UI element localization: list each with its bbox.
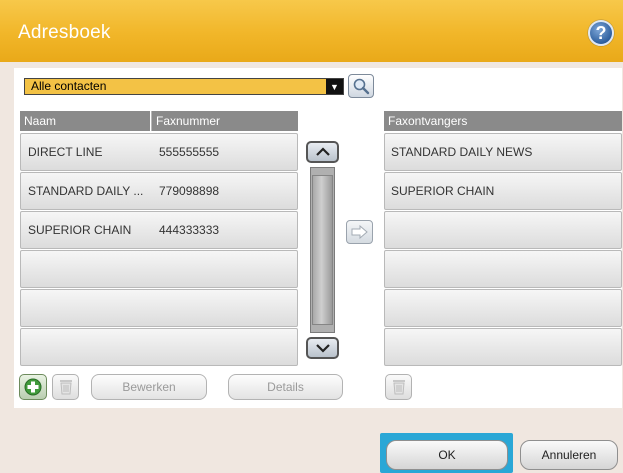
contact-name: STANDARD DAILY ... <box>28 184 144 198</box>
recipient-row[interactable] <box>384 289 622 327</box>
edit-button[interactable]: Bewerken <box>91 374 207 400</box>
contact-fax-number: 444333333 <box>159 223 220 237</box>
recipient-row[interactable]: STANDARD DAILY NEWS <box>384 133 622 171</box>
trash-icon <box>59 380 72 395</box>
column-header-recipients: Faxontvangers <box>384 111 622 131</box>
contact-row[interactable]: SUPERIOR CHAIN 444333333 <box>20 211 298 249</box>
details-button[interactable]: Details <box>228 374 343 400</box>
page-title: Adresboek <box>18 22 111 43</box>
scrollbar-thumb[interactable] <box>312 175 333 325</box>
contact-name: SUPERIOR CHAIN <box>28 223 132 237</box>
help-icon[interactable]: ? <box>588 20 614 46</box>
recipient-row[interactable] <box>384 250 622 288</box>
column-header-fax: Faxnummer <box>151 111 298 131</box>
remove-recipient-button[interactable] <box>385 374 412 400</box>
recipient-row[interactable] <box>384 211 622 249</box>
column-header-name: Naam <box>20 111 150 131</box>
contact-row[interactable]: DIRECT LINE 555555555 <box>20 133 298 171</box>
ok-button[interactable]: OK <box>386 440 508 470</box>
contact-fax-number: 555555555 <box>159 145 220 159</box>
contact-fax-number: 779098898 <box>159 184 220 198</box>
contacts-filter-value: Alle contacten <box>31 79 107 93</box>
recipient-row[interactable]: SUPERIOR CHAIN <box>384 172 622 210</box>
scroll-down-button[interactable] <box>306 337 339 359</box>
contact-row[interactable] <box>20 289 298 327</box>
contact-row[interactable] <box>20 250 298 288</box>
chevron-down-icon[interactable]: ▼ <box>326 79 343 94</box>
contacts-filter-dropdown[interactable]: Alle contacten <box>24 78 344 95</box>
search-icon <box>353 78 370 95</box>
cancel-button[interactable]: Annuleren <box>520 440 618 470</box>
trash-icon <box>392 380 405 395</box>
contact-row[interactable] <box>20 328 298 366</box>
contact-row[interactable]: STANDARD DAILY ... 779098898 <box>20 172 298 210</box>
chevron-up-icon <box>315 147 330 156</box>
arrow-right-icon <box>351 225 368 239</box>
plus-icon <box>24 378 42 396</box>
scroll-up-button[interactable] <box>306 141 339 163</box>
chevron-down-icon <box>315 344 330 353</box>
contact-name: DIRECT LINE <box>28 145 103 159</box>
search-button[interactable] <box>348 74 374 98</box>
add-to-recipients-button[interactable] <box>346 220 373 244</box>
add-contact-button[interactable] <box>19 374 47 400</box>
delete-contact-button[interactable] <box>52 374 79 400</box>
recipient-row[interactable] <box>384 328 622 366</box>
